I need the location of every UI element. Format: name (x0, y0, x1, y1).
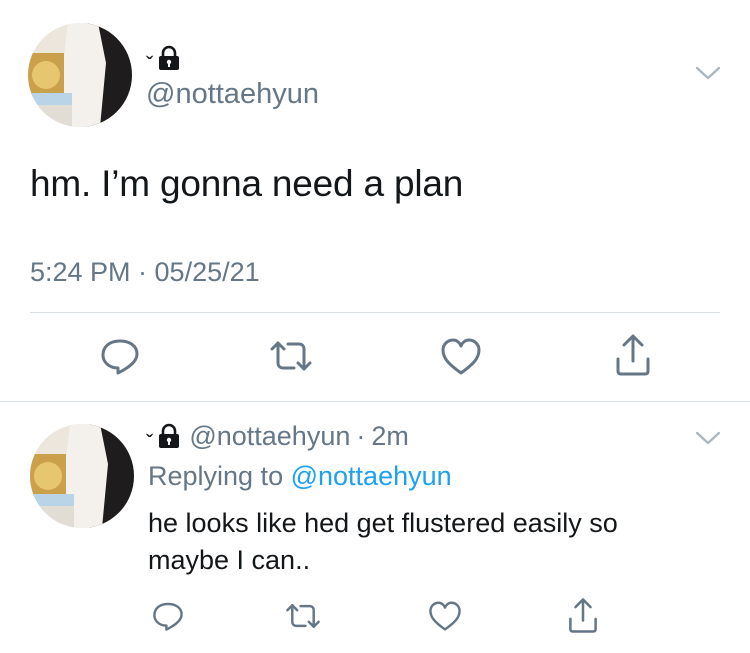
section-divider (0, 401, 750, 402)
share-icon[interactable] (614, 333, 652, 377)
author-name-row[interactable]: ˇ (146, 42, 181, 77)
avatar[interactable] (28, 23, 132, 127)
replying-to-link[interactable]: @nottaehyun (291, 461, 452, 491)
chevron-down-icon[interactable] (694, 64, 722, 82)
reply-icon[interactable] (100, 337, 140, 375)
share-icon[interactable] (567, 597, 599, 634)
reply-text-line: he looks like hed get flustered easily s… (148, 508, 618, 538)
reply-icon[interactable] (152, 600, 184, 632)
reply-author-row[interactable]: ˇ @nottaehyun · 2m (146, 420, 409, 455)
reply-text: he looks like hed get flustered easily s… (148, 505, 618, 579)
author-handle[interactable]: @nottaehyun (146, 78, 319, 111)
display-name: ˇ (146, 52, 154, 77)
lock-icon (157, 45, 181, 71)
chevron-down-icon[interactable] (694, 429, 722, 447)
tweet-text: hm. I’m gonna need a plan (30, 163, 464, 204)
reply-age: 2m (371, 420, 409, 451)
lock-icon (157, 423, 181, 449)
reply-text-line: maybe I can.. (148, 545, 311, 575)
tweet-timestamp[interactable]: 5:24 PM · 05/25/21 (30, 257, 260, 288)
reply-avatar[interactable] (30, 424, 134, 528)
replying-to-label: Replying to (148, 461, 284, 491)
retweet-icon[interactable] (268, 339, 314, 373)
meta-separator: · (356, 420, 366, 451)
heart-icon[interactable] (440, 338, 482, 376)
replying-to-line: Replying to @nottaehyun (148, 461, 452, 492)
retweet-icon[interactable] (284, 602, 322, 630)
reply-display-name: ˇ (146, 430, 154, 455)
reply-handle: @nottaehyun (189, 420, 351, 451)
heart-icon[interactable] (428, 601, 462, 632)
divider (30, 312, 720, 313)
